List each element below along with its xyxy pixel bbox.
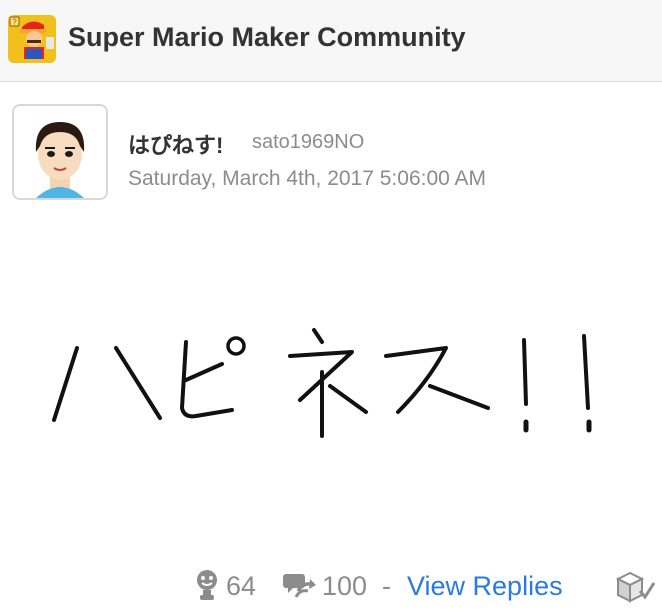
reply-count: 100 [322,571,368,601]
yeah-icon[interactable] [194,569,220,601]
reply-icon [282,573,318,599]
box-check-icon[interactable] [614,569,656,603]
community-header: ? Super Mario Maker Community [0,0,662,82]
yeah-count: 64 [226,571,257,601]
mario-maker-icon[interactable]: ? [8,15,56,63]
community-title[interactable]: Super Mario Maker Community [68,22,466,53]
post-footer: 64 100 - View Replies [0,565,662,610]
post-drawing [0,300,662,450]
footer-separator: - [382,571,391,601]
view-replies-link[interactable]: View Replies [407,571,563,602]
avatar[interactable] [12,104,108,200]
post-timestamp[interactable]: Saturday, March 4th, 2017 5:06:00 AM [128,167,486,191]
user-id: sato1969NO [252,131,365,153]
username[interactable]: はぴねす! [128,128,223,160]
svg-text:?: ? [12,18,17,27]
mii-avatar [14,106,106,198]
